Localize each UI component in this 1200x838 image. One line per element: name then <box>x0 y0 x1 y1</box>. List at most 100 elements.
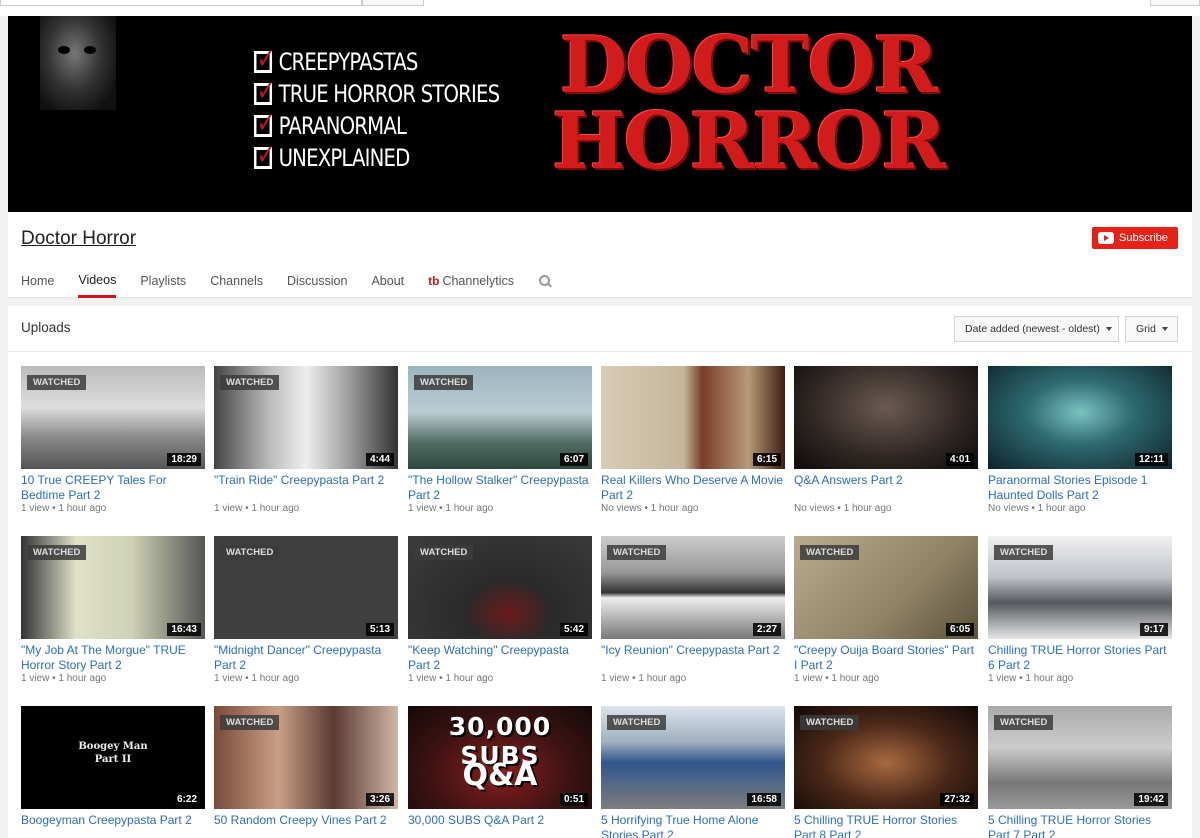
video-title-link[interactable]: Q&A Answers Part 2 <box>794 473 978 503</box>
video-duration: 6:05 <box>945 623 974 636</box>
video-thumbnail[interactable]: WATCHED 5:13 <box>214 536 398 639</box>
video-title-link[interactable]: "Keep Watching" Creepypasta Part 2 <box>408 643 592 673</box>
tab-home[interactable]: Home <box>21 264 54 298</box>
video-card[interactable]: WATCHED 4:44 "Train Ride" Creepypasta Part… <box>214 366 398 514</box>
checklist-item: CREEPYPASTAS <box>254 42 499 78</box>
video-thumbnail[interactable]: 6:15 <box>601 366 785 469</box>
video-thumbnail[interactable]: WATCHED 4:44 <box>214 366 398 469</box>
video-card[interactable]: WATCHED 5:13 "Midnight Dancer" Creepypasta… <box>214 536 398 684</box>
video-card[interactable]: 30,000 SUBS Q&A 0:51 30,000 SUBS Q&A Part 2… <box>408 706 592 838</box>
watched-badge: WATCHED <box>607 715 667 730</box>
video-card[interactable]: 6:15 Real Killers Who Deserve A Movie Par… <box>601 366 785 514</box>
video-thumbnail[interactable]: 12:11 <box>988 366 1172 469</box>
video-card[interactable]: WATCHED 16:43 "My Job At The Morgue" TRUE … <box>21 536 205 684</box>
masthead-search-input[interactable] <box>0 0 362 6</box>
video-title-link[interactable]: 5 Chilling TRUE Horror Stories Part 7 Pa… <box>988 813 1172 838</box>
video-title-link[interactable]: "Creepy Ouija Board Stories" Part I Part… <box>794 643 978 673</box>
video-thumbnail[interactable]: WATCHED 5:42 <box>408 536 592 639</box>
video-thumbnail[interactable]: WATCHED 16:58 <box>601 706 785 809</box>
video-card[interactable]: WATCHED 19:42 5 Chilling TRUE Horror Stori… <box>988 706 1172 838</box>
tab-about[interactable]: About <box>371 264 404 298</box>
video-title-link[interactable]: 30,000 SUBS Q&A Part 2 <box>408 813 592 838</box>
uploads-title: Uploads <box>21 320 71 335</box>
video-title-link[interactable]: "Midnight Dancer" Creepypasta Part 2 <box>214 643 398 673</box>
video-duration: 12:11 <box>1134 453 1168 466</box>
channel-header: Doctor Horror Subscribe Home Videos Play… <box>8 212 1192 298</box>
video-card[interactable]: WATCHED 3:26 50 Random Creepy Vines Part 2… <box>214 706 398 838</box>
video-card[interactable]: WATCHED 27:32 5 Chilling TRUE Horror Stori… <box>794 706 978 838</box>
video-title-link[interactable]: Real Killers Who Deserve A Movie Part 2 <box>601 473 785 503</box>
video-card[interactable]: WATCHED 2:27 "Icy Reunion" Creepypasta Par… <box>601 536 785 684</box>
video-thumbnail[interactable]: WATCHED 27:32 <box>794 706 978 809</box>
video-card[interactable]: 12:11 Paranormal Stories Episode 1 Haunte… <box>988 366 1172 514</box>
watched-badge: WATCHED <box>220 375 280 390</box>
video-title-link[interactable]: "Train Ride" Creepypasta Part 2 <box>214 473 398 503</box>
video-thumbnail[interactable]: 30,000 SUBS Q&A 0:51 <box>408 706 592 809</box>
video-title-link[interactable]: "The Hollow Stalker" Creepypasta Part 2 <box>408 473 592 503</box>
video-title-link[interactable]: Boogeyman Creepypasta Part 2 <box>21 813 205 838</box>
tab-discussion[interactable]: Discussion <box>287 264 347 298</box>
video-title-link[interactable]: 5 Chilling TRUE Horror Stories Part 8 Pa… <box>794 813 978 838</box>
video-meta: No views • 1 hour ago <box>601 503 699 514</box>
video-title-link[interactable]: Chilling TRUE Horror Stories Part 6 Part… <box>988 643 1172 673</box>
thumbnail-caption-line: Boogey Man <box>78 741 148 752</box>
video-card[interactable]: WATCHED 18:29 10 True CREEPY Tales For Bed… <box>21 366 205 514</box>
watched-badge: WATCHED <box>27 375 87 390</box>
video-meta: 1 view • 1 hour ago <box>408 503 494 514</box>
video-thumbnail[interactable]: WATCHED 16:43 <box>21 536 205 639</box>
video-title-link[interactable]: 5 Horrifying True Home Alone Stories Par… <box>601 813 785 838</box>
video-duration: 6:07 <box>559 453 588 466</box>
tab-channelytics[interactable]: tb Channelytics <box>428 264 514 298</box>
masthead-right-button[interactable] <box>1150 0 1200 6</box>
tab-videos[interactable]: Videos <box>78 264 117 298</box>
video-card[interactable]: WATCHED 9:17 Chilling TRUE Horror Stories … <box>988 536 1172 684</box>
banner-logo: DOCTOR HORROR <box>551 20 946 187</box>
video-title-link[interactable]: 50 Random Creepy Vines Part 2 <box>214 813 398 838</box>
checkbox-icon <box>254 106 275 139</box>
subscribe-button[interactable]: Subscribe <box>1092 227 1178 249</box>
video-card[interactable]: WATCHED 6:07 "The Hollow Stalker" Creepypa… <box>408 366 592 514</box>
chevron-down-icon <box>1161 327 1168 331</box>
video-duration: 16:58 <box>747 793 781 806</box>
tab-search[interactable] <box>538 264 552 298</box>
video-thumbnail[interactable]: WATCHED 2:27 <box>601 536 785 639</box>
channel-title[interactable]: Doctor Horror <box>21 228 136 250</box>
channelytics-logo-icon: tb <box>428 274 440 288</box>
thumbnail-caption-line: Q&A <box>462 758 538 793</box>
checklist-item: TRUE HORROR STORIES <box>254 74 500 110</box>
video-thumbnail[interactable]: WATCHED 9:17 <box>988 536 1172 639</box>
video-duration: 19:42 <box>1134 793 1168 806</box>
video-thumbnail[interactable]: 4:01 <box>794 366 978 469</box>
thumbnail-caption-line: Part II <box>94 754 132 765</box>
video-duration: 5:13 <box>365 623 394 636</box>
video-thumbnail[interactable]: Boogey Man Part II 6:22 <box>21 706 205 809</box>
video-title-link[interactable]: 10 True CREEPY Tales For Bedtime Part 2 <box>21 473 205 503</box>
tab-playlists[interactable]: Playlists <box>140 264 186 298</box>
tab-channels[interactable]: Channels <box>210 264 263 298</box>
video-meta: 1 view • 1 hour ago <box>408 673 494 684</box>
video-meta: 1 view • 1 hour ago <box>21 673 107 684</box>
watched-badge: WATCHED <box>994 545 1054 560</box>
video-title-link[interactable]: Paranormal Stories Episode 1 Haunted Dol… <box>988 473 1172 503</box>
video-title-link[interactable]: "Icy Reunion" Creepypasta Part 2 <box>601 643 785 673</box>
watched-badge: WATCHED <box>414 375 474 390</box>
video-meta: 1 view • 1 hour ago <box>794 673 880 684</box>
video-thumbnail[interactable]: WATCHED 19:42 <box>988 706 1172 809</box>
video-duration: 5:42 <box>559 623 588 636</box>
video-card[interactable]: Boogey Man Part II 6:22 Boogeyman Creepypas… <box>21 706 205 838</box>
masthead-search-button[interactable] <box>362 0 424 6</box>
video-title-link[interactable]: "My Job At The Morgue" TRUE Horror Story… <box>21 643 205 673</box>
video-thumbnail[interactable]: WATCHED 18:29 <box>21 366 205 469</box>
video-thumbnail[interactable]: WATCHED 3:26 <box>214 706 398 809</box>
video-card[interactable]: WATCHED 16:58 5 Horrifying True Home Alone… <box>601 706 785 838</box>
sort-dropdown[interactable]: Date added (newest - oldest) <box>954 316 1119 342</box>
video-card[interactable]: 4:01 Q&A Answers Part 2 No views • 1 hour … <box>794 366 978 514</box>
checkbox-icon <box>254 138 275 171</box>
video-thumbnail[interactable]: WATCHED 6:07 <box>408 366 592 469</box>
video-card[interactable]: WATCHED 5:42 "Keep Watching" Creepypasta P… <box>408 536 592 684</box>
video-card[interactable]: WATCHED 6:05 "Creepy Ouija Board Stories" … <box>794 536 978 684</box>
video-duration: 9:17 <box>1139 623 1168 636</box>
channel-tabs: Home Videos Playlists Channels Discussio… <box>21 264 576 298</box>
view-mode-dropdown[interactable]: Grid <box>1125 316 1178 342</box>
video-thumbnail[interactable]: WATCHED 6:05 <box>794 536 978 639</box>
